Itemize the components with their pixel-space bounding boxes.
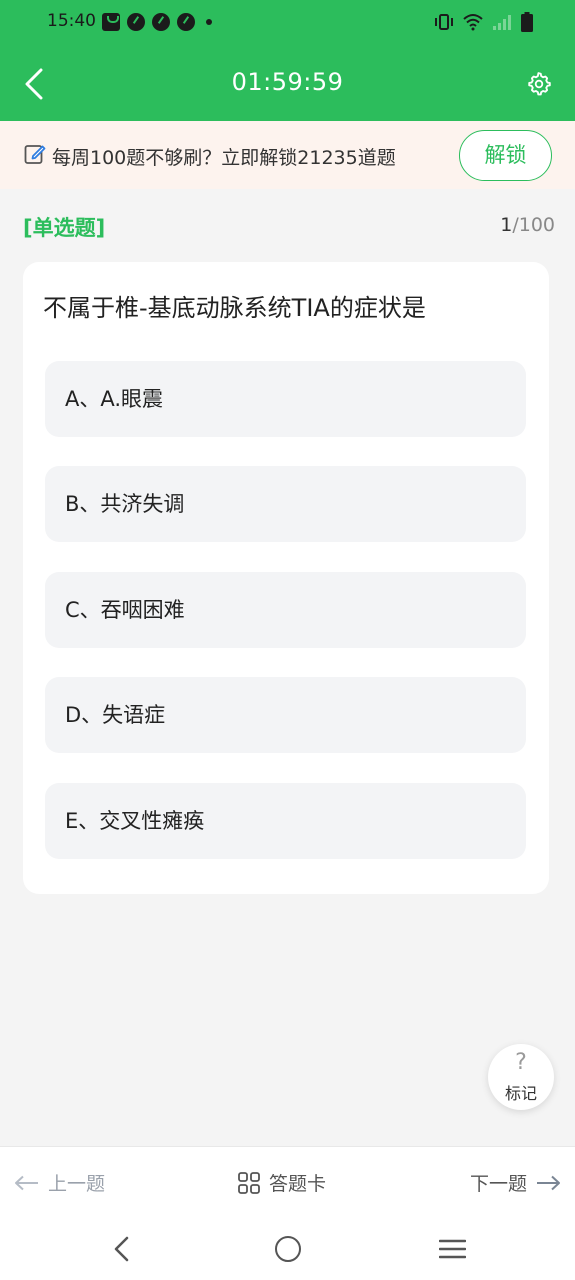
- previous-question-label: 上一题: [48, 1173, 106, 1195]
- shopping-bag-icon: [102, 13, 120, 31]
- question-progress: 1/100: [500, 214, 555, 236]
- battery-icon: [521, 12, 533, 32]
- system-menu-button[interactable]: [439, 1238, 466, 1260]
- notification-icons: [102, 13, 212, 31]
- option-a[interactable]: A、A.眼震: [45, 361, 526, 437]
- promo-banner: 每周100题不够刷？立即解锁21235道题 解锁: [0, 121, 575, 189]
- next-question-button[interactable]: 下一题: [470, 1169, 561, 1196]
- total-questions: /100: [512, 214, 555, 236]
- arrow-left-icon: [15, 1175, 38, 1190]
- app-notification-icon: [152, 13, 170, 31]
- app-notification-icon: [177, 13, 195, 31]
- chevron-left-icon: [114, 1236, 129, 1262]
- settings-button[interactable]: [527, 72, 551, 96]
- option-c[interactable]: C、吞咽困难: [45, 572, 526, 648]
- question-mark-icon: ?: [515, 1050, 527, 1075]
- system-status-icons: [434, 12, 533, 32]
- exam-timer: 01:59:59: [231, 68, 344, 96]
- question-type-label: [单选题]: [23, 216, 106, 240]
- status-bar: 15:40: [0, 0, 575, 48]
- wifi-icon: [463, 14, 483, 31]
- signal-icon: [493, 15, 511, 30]
- edit-icon: [24, 145, 46, 164]
- grid-icon: [238, 1171, 260, 1194]
- current-question-number: 1: [500, 214, 513, 236]
- more-notifications-icon: [206, 19, 212, 25]
- question-card: 不属于椎-基底动脉系统TIA的症状是 A、A.眼震 B、共济失调 C、吞咽困难 …: [23, 262, 549, 894]
- question-text: 不属于椎-基底动脉系统TIA的症状是: [43, 294, 426, 322]
- option-d[interactable]: D、失语症: [45, 677, 526, 753]
- bottom-navigation: 上一题 答题卡 下一题: [0, 1146, 575, 1218]
- promo-text: 每周100题不够刷？立即解锁21235道题: [52, 147, 396, 169]
- option-b[interactable]: B、共济失调: [45, 466, 526, 542]
- system-navigation-bar: [0, 1218, 575, 1280]
- app-header: 01:59:59: [0, 48, 575, 121]
- status-time: 15:40: [47, 11, 96, 31]
- mark-label: 标记: [504, 1084, 537, 1103]
- answer-sheet-label: 答题卡: [269, 1173, 327, 1195]
- unlock-button[interactable]: 解锁: [459, 130, 552, 181]
- gear-icon: [528, 72, 551, 96]
- system-back-button[interactable]: [111, 1236, 133, 1262]
- option-e[interactable]: E、交叉性瘫痪: [45, 783, 526, 859]
- next-question-label: 下一题: [469, 1173, 527, 1195]
- menu-icon: [439, 1239, 466, 1259]
- answer-sheet-button[interactable]: 答题卡: [238, 1169, 326, 1196]
- vibrate-icon: [435, 14, 453, 30]
- app-notification-icon: [127, 13, 145, 31]
- mark-button[interactable]: ? 标记: [488, 1044, 554, 1110]
- system-home-button[interactable]: [275, 1236, 301, 1262]
- arrow-right-icon: [537, 1175, 560, 1190]
- previous-question-button[interactable]: 上一题: [14, 1169, 105, 1196]
